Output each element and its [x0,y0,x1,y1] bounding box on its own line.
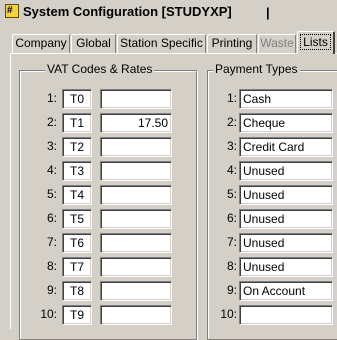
vat-codes-title: VAT Codes & Rates [45,62,155,76]
vat-rate-field[interactable] [100,89,172,109]
vat-rate-field[interactable] [100,161,172,181]
payment-type-field[interactable]: Cheque [239,113,333,133]
payment-type-field[interactable]: Unused [239,257,333,277]
payment-row-number: 3: [226,139,237,153]
vat-row-number: 5: [46,187,57,201]
tab-waste: Waste [258,34,296,53]
vat-row: 9: T8 [20,281,196,301]
tab-strip: Company Global Station Specific Printing… [0,26,337,54]
vat-row: 5: T4 [20,185,196,205]
payment-row-number: 10: [220,307,237,321]
tab-printing[interactable]: Printing [207,34,257,53]
vat-row-number: 7: [46,235,57,249]
vat-row-number: 2: [46,115,57,129]
vat-code-field[interactable]: T1 [62,113,92,133]
title-bar[interactable]: # System Configuration [STUDYXP] | [0,0,337,26]
vat-row: 2: T1 17.50 [20,113,196,133]
payment-row: 4: Unused [208,161,337,181]
payment-type-field[interactable] [239,305,333,325]
vat-row: 4: T3 [20,161,196,181]
payment-row-number: 8: [226,259,237,273]
vat-code-field[interactable]: T0 [62,89,92,109]
payment-type-field[interactable]: Cash [239,89,333,109]
tab-lists[interactable]: Lists [297,31,335,54]
title-cursor: | [266,5,270,20]
vat-row-number: 1: [46,91,57,105]
vat-rate-field[interactable] [100,281,172,301]
payment-row: 3: Credit Card [208,137,337,157]
vat-row-number: 8: [46,259,57,273]
vat-row: 7: T6 [20,233,196,253]
payment-row: 8: Unused [208,257,337,277]
vat-rate-field[interactable] [100,137,172,157]
payment-row: 9: On Account [208,281,337,301]
vat-row: 3: T2 [20,137,196,157]
tab-lists-label: Lists [300,34,331,50]
payment-type-field[interactable]: On Account [239,281,333,301]
tab-company[interactable]: Company [12,34,70,53]
vat-row-number: 9: [46,283,57,297]
payment-type-field[interactable]: Unused [239,209,333,229]
vat-rate-field[interactable] [100,209,172,229]
payment-row-number: 2: [226,115,237,129]
vat-code-field[interactable]: T7 [62,257,92,277]
payment-row: 1: Cash [208,89,337,109]
payment-type-field[interactable]: Unused [239,233,333,253]
vat-code-field[interactable]: T6 [62,233,92,253]
vat-code-field[interactable]: T9 [62,305,92,325]
payment-row-number: 7: [226,235,237,249]
payment-types-group: Payment Types 1: Cash 2: Cheque 3: Credit Car… [207,62,337,340]
vat-row-number: 6: [46,211,57,225]
vat-rate-field[interactable] [100,257,172,277]
payment-type-field[interactable]: Unused [239,161,333,181]
app-icon: # [5,4,19,18]
vat-row-number: 4: [46,163,57,177]
payment-row: 5: Unused [208,185,337,205]
vat-row: 6: T5 [20,209,196,229]
payment-row: 7: Unused [208,233,337,253]
vat-row: 1: T0 [20,89,196,109]
vat-row-number: 3: [46,139,57,153]
vat-row: 10: T9 [20,305,196,325]
lists-tab-pane: VAT Codes & Rates 1: T0 2: T1 17.50 3: T2 4: T3 5… [10,54,337,340]
app-icon-glyph: # [7,5,13,16]
window-title: System Configuration [STUDYXP] [23,4,232,19]
vat-code-field[interactable]: T8 [62,281,92,301]
vat-rate-field[interactable]: 17.50 [100,113,172,133]
vat-code-field[interactable]: T3 [62,161,92,181]
vat-row: 8: T7 [20,257,196,277]
vat-rate-field[interactable] [100,305,172,325]
payment-row-number: 6: [226,211,237,225]
payment-row: 6: Unused [208,209,337,229]
payment-row-number: 9: [226,283,237,297]
payment-type-field[interactable]: Unused [239,185,333,205]
payment-row-number: 5: [226,187,237,201]
vat-code-field[interactable]: T2 [62,137,92,157]
payment-row: 2: Cheque [208,113,337,133]
tab-global[interactable]: Global [71,34,116,53]
payment-type-field[interactable]: Credit Card [239,137,333,157]
vat-row-number: 10: [40,307,57,321]
vat-rate-field[interactable] [100,233,172,253]
payment-types-title: Payment Types [213,62,300,76]
payment-row-number: 4: [226,163,237,177]
payment-row: 10: [208,305,337,325]
vat-rate-field[interactable] [100,185,172,205]
payment-row-number: 1: [226,91,237,105]
tab-station-specific[interactable]: Station Specific [117,34,206,53]
vat-codes-group: VAT Codes & Rates 1: T0 2: T1 17.50 3: T2 4: T3 5… [19,62,197,340]
vat-code-field[interactable]: T5 [62,209,92,229]
vat-code-field[interactable]: T4 [62,185,92,205]
